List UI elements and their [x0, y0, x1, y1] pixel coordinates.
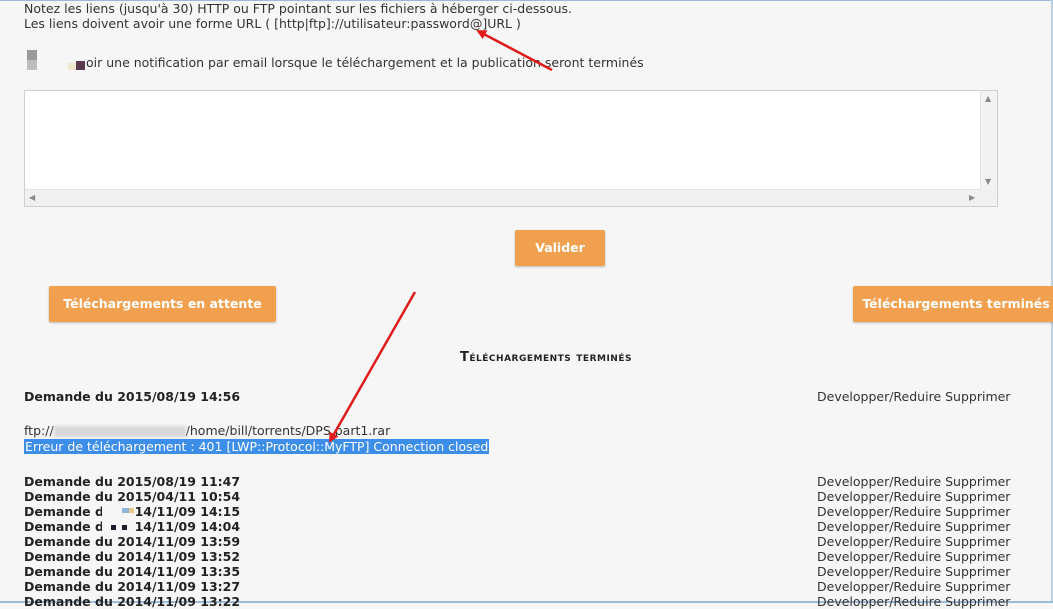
annotation-arrows [328, 29, 553, 443]
annotation-arrow-2 [328, 291, 417, 443]
annotation-arrow-1 [476, 29, 553, 72]
